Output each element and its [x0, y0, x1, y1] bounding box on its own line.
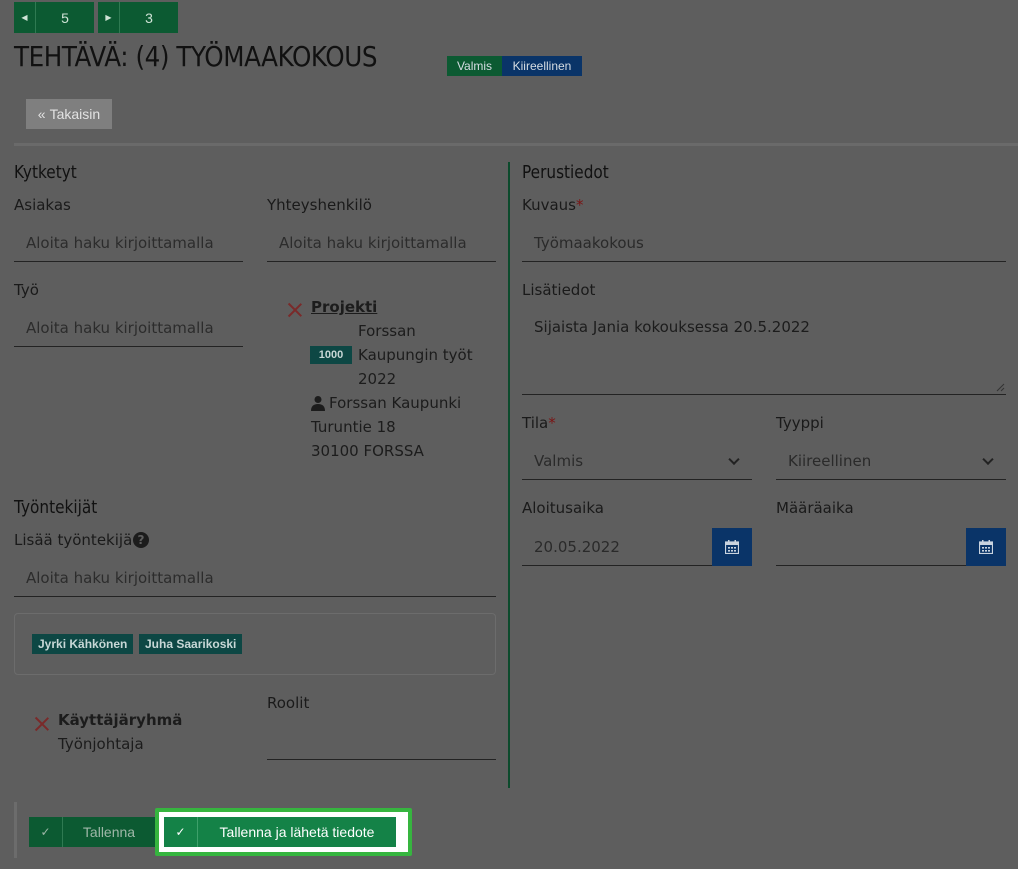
chevron-down-icon: [728, 453, 740, 465]
type-label: Tyyppi: [776, 414, 824, 432]
project-name-line1: Forssan: [358, 322, 416, 340]
back-label: Takaisin: [49, 106, 101, 122]
help-icon[interactable]: ?: [133, 532, 149, 548]
project-code-badge: 1000: [310, 346, 352, 364]
contact-search-input[interactable]: Aloita haku kirjoittamalla: [267, 224, 496, 262]
user-group-value: Työnjohtaja: [58, 735, 144, 753]
work-label: Työ: [14, 281, 39, 299]
workers-heading: Työntekijät: [14, 497, 98, 518]
customer-search-input[interactable]: Aloita haku kirjoittamalla: [14, 224, 243, 262]
add-worker-label: Lisää työntekijä: [14, 531, 133, 549]
status-label-text: Tila: [522, 414, 549, 432]
work-search-input[interactable]: Aloita haku kirjoittamalla: [14, 309, 243, 347]
type-badge: Kiireellinen: [502, 56, 582, 76]
status-label: Tila*: [522, 414, 556, 432]
extra-info-value: Sijaista Jania kokouksessa 20.5.2022: [534, 318, 810, 336]
deadline-label: Määräaika: [776, 499, 854, 517]
calendar-icon: [725, 540, 739, 554]
contact-label: Yhteyshenkilö: [267, 196, 372, 214]
prev-task-button[interactable]: ◀ 5: [14, 2, 94, 33]
extra-info-label: Lisätiedot: [522, 281, 596, 299]
roles-input[interactable]: [267, 722, 496, 760]
deadline-calendar-button[interactable]: [966, 528, 1006, 566]
extra-info-textarea[interactable]: Sijaista Jania kokouksessa 20.5.2022: [522, 307, 1006, 395]
prev-count: 5: [61, 9, 69, 26]
next-count: 3: [145, 9, 153, 26]
user-group-heading: Käyttäjäryhmä: [58, 711, 183, 729]
chevron-down-icon: [982, 453, 994, 465]
status-select-value: Valmis: [534, 451, 584, 470]
required-mark: *: [548, 414, 556, 432]
description-label: Kuvaus*: [522, 196, 584, 214]
next-task-button[interactable]: ▶ 3: [98, 2, 178, 33]
start-time-input[interactable]: 20.05.2022: [522, 528, 712, 566]
page-title: TEHTÄVÄ: (4) TYÖMAAKOKOUS: [14, 40, 378, 73]
project-customer: Forssan Kaupunki: [329, 394, 462, 412]
save-and-send-button[interactable]: ✓ Tallenna ja lähetä tiedote: [164, 817, 396, 847]
required-mark: *: [576, 196, 584, 214]
save-button[interactable]: ✓ Tallenna: [29, 817, 155, 847]
worker-tag[interactable]: Jyrki Kähkönen: [32, 634, 134, 654]
check-icon: ✓: [29, 817, 63, 847]
project-link[interactable]: Projekti: [311, 295, 377, 319]
save-label: Tallenna: [82, 824, 136, 840]
remove-project-icon[interactable]: [288, 303, 302, 317]
links-heading: Kytketyt: [14, 162, 77, 183]
description-input[interactable]: Työmaakokous: [522, 224, 1006, 262]
column-divider: [508, 162, 510, 788]
calendar-icon: [979, 540, 993, 554]
caret-left-icon: ◀: [14, 2, 36, 33]
resize-handle-icon[interactable]: [996, 383, 1005, 392]
project-postal: 30100 FORSSA: [311, 442, 424, 460]
deadline-input[interactable]: [776, 528, 966, 566]
check-icon: ✓: [164, 817, 198, 847]
roles-label: Roolit: [267, 694, 310, 712]
footer-bar: [14, 802, 17, 858]
divider: [14, 143, 1018, 146]
worker-tag[interactable]: Juha Saarikoski: [139, 634, 243, 654]
status-select[interactable]: Valmis: [522, 442, 752, 480]
status-badge: Valmis: [447, 56, 502, 76]
worker-search-input[interactable]: Aloita haku kirjoittamalla: [14, 559, 496, 597]
person-icon: [311, 395, 325, 411]
type-select-value: Kiireellinen: [788, 451, 872, 470]
save-and-send-label: Tallenna ja lähetä tiedote: [219, 824, 375, 840]
type-select[interactable]: Kiireellinen: [776, 442, 1006, 480]
start-calendar-button[interactable]: [712, 528, 752, 566]
customer-label: Asiakas: [14, 196, 71, 214]
project-street: Turuntie 18: [311, 418, 396, 436]
description-label-text: Kuvaus: [522, 196, 576, 214]
project-name-line3: 2022: [358, 370, 397, 388]
double-chevron-left-icon: «: [37, 106, 46, 122]
back-button[interactable]: « Takaisin: [26, 99, 112, 129]
remove-group-icon[interactable]: [35, 717, 49, 731]
project-name-line2: Kaupungin työt: [358, 346, 473, 364]
start-time-label: Aloitusaika: [522, 499, 604, 517]
caret-right-icon: ▶: [98, 2, 120, 33]
basic-heading: Perustiedot: [522, 162, 609, 183]
